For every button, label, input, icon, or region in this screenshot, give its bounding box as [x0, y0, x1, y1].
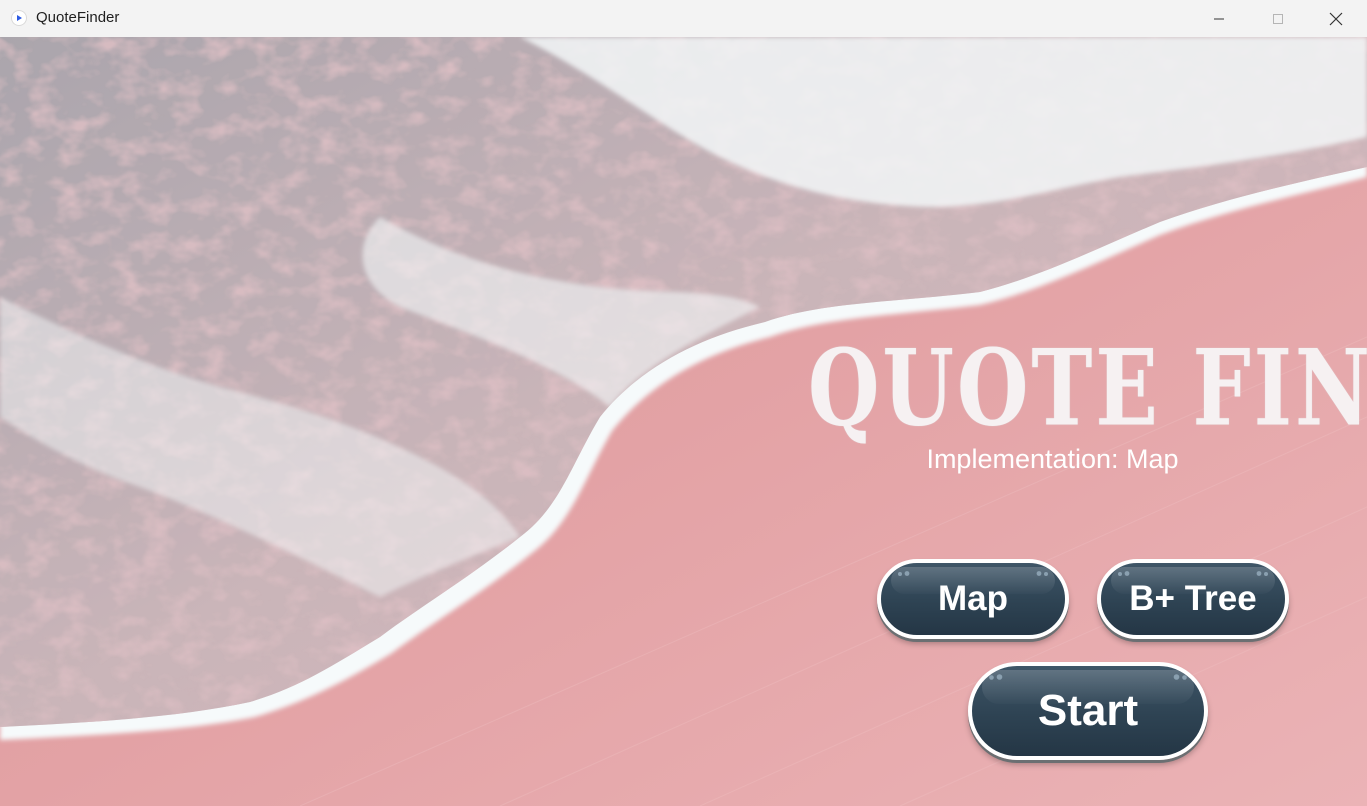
minimize-button[interactable] — [1196, 0, 1242, 37]
bplus-tree-button-label: B+ Tree — [1129, 579, 1257, 618]
title-bar[interactable]: QuoteFinder — [0, 0, 1367, 37]
implementation-subtitle: Implementation: Map — [926, 444, 1179, 474]
start-button-label: Start — [1037, 686, 1139, 735]
app-logo-title: QUOTE FINDER — [808, 327, 1367, 450]
window-title: QuoteFinder — [36, 9, 120, 26]
map-button-label: Map — [938, 579, 1008, 618]
start-button[interactable]: Start — [968, 662, 1208, 760]
map-button[interactable]: Map — [877, 559, 1069, 639]
bplus-tree-button[interactable]: B+ Tree — [1097, 559, 1289, 639]
close-icon — [1329, 12, 1343, 25]
main-content: QUOTE FINDER Implementation: Map Map B+ … — [0, 37, 1367, 806]
maximize-button[interactable] — [1255, 0, 1301, 37]
maximize-icon — [1273, 13, 1283, 24]
app-icon — [11, 10, 27, 26]
minimize-icon — [1214, 18, 1224, 19]
app-window: QuoteFinder QUOTE FIN Implementation: Ma… — [0, 0, 1367, 806]
close-button[interactable] — [1313, 0, 1359, 37]
